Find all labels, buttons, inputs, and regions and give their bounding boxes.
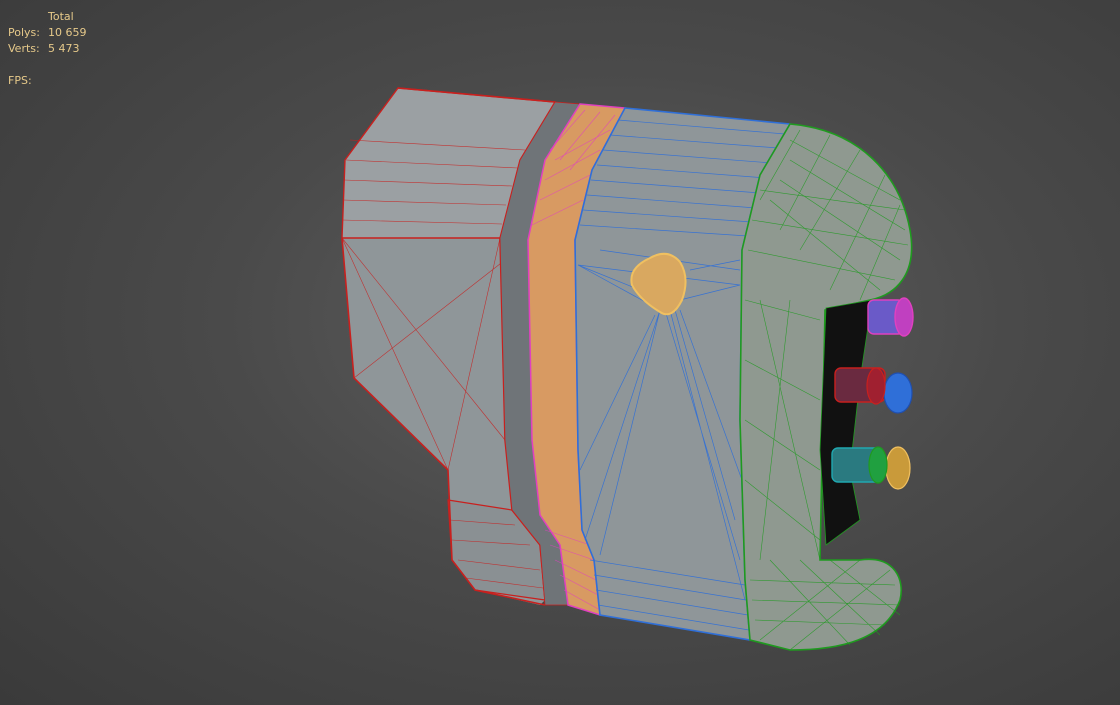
peg-magenta bbox=[867, 297, 914, 337]
interior-opening bbox=[819, 299, 873, 546]
3d-viewport[interactable] bbox=[0, 0, 1120, 705]
wireframe-model[interactable] bbox=[341, 87, 914, 651]
